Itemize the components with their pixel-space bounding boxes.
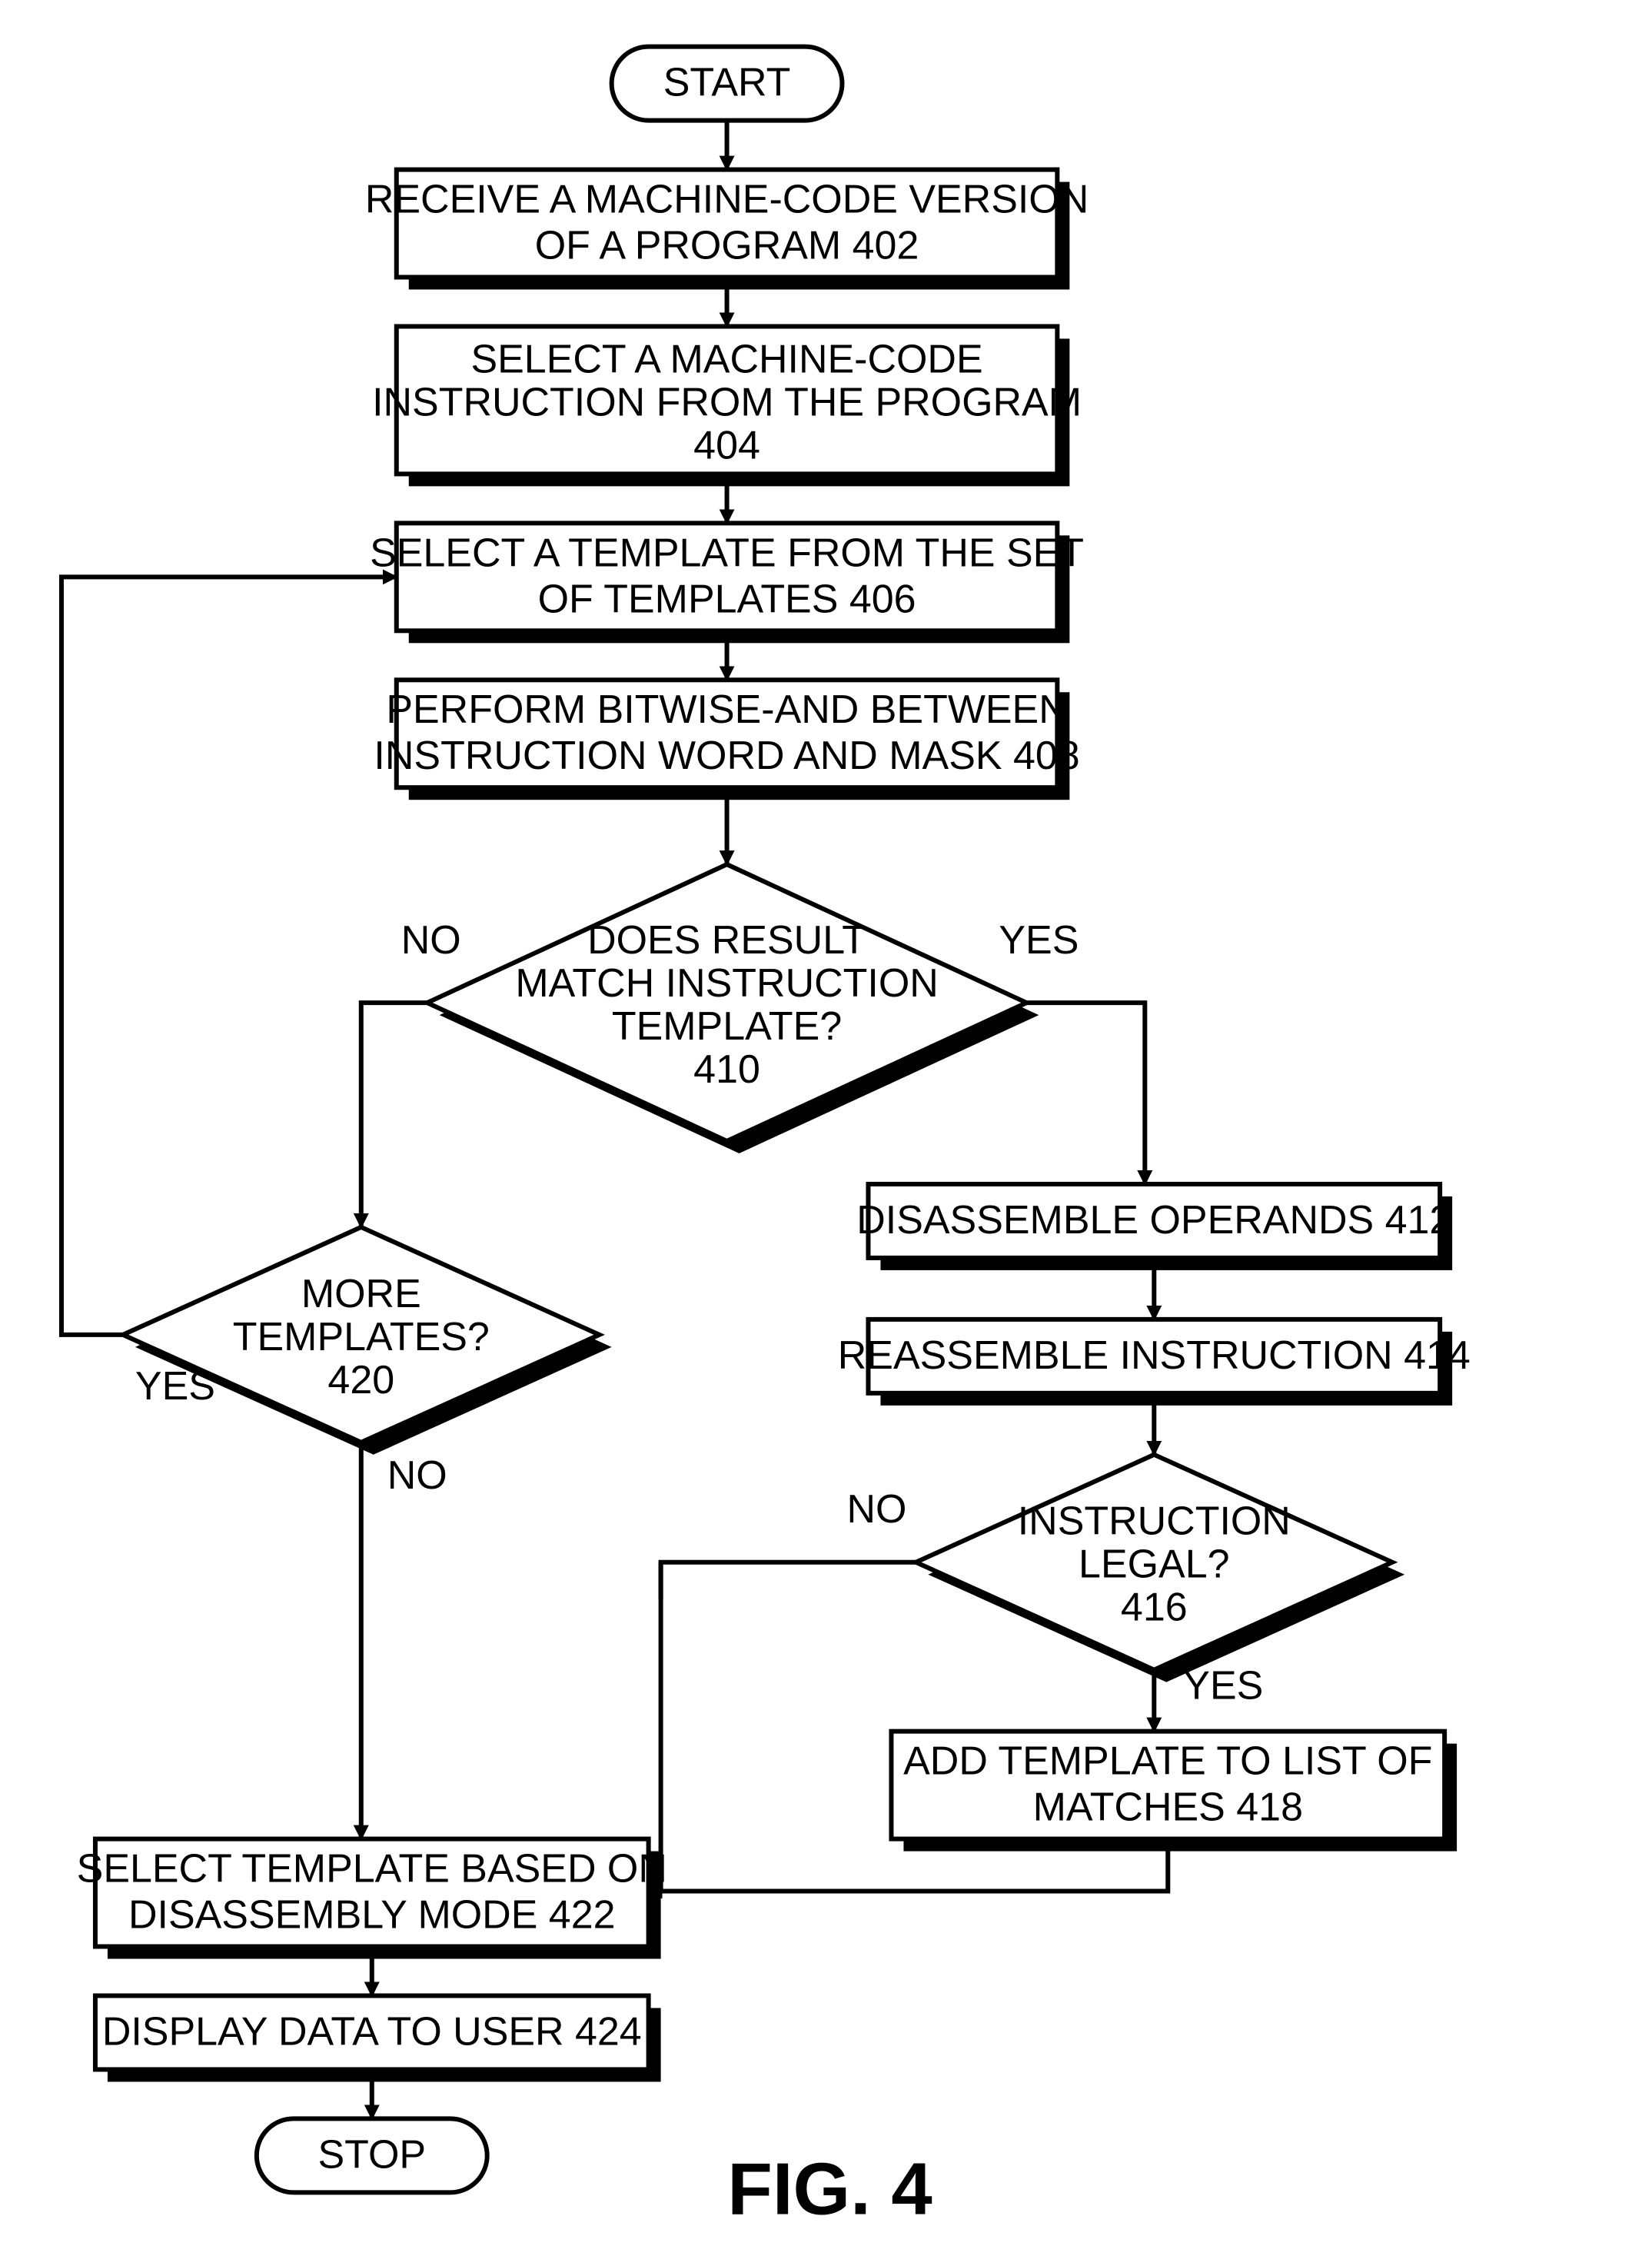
node-406-line2: OF TEMPLATES 406 <box>538 577 916 621</box>
d420-line2: TEMPLATES? <box>233 1315 490 1359</box>
decision-416: INSTRUCTION LEGAL? 416 <box>916 1455 1404 1682</box>
node-406: SELECT A TEMPLATE FROM THE SET OF TEMPLA… <box>370 523 1084 643</box>
node-412: DISASSEMBLE OPERANDS 412 <box>856 1184 1452 1270</box>
flowchart: START RECEIVE A MACHINE-CODE VERSION OF … <box>0 0 1652 2256</box>
d416-line2: LEGAL? <box>1079 1542 1229 1587</box>
start-label: START <box>663 61 791 105</box>
node-404-line1: SELECT A MACHINE-CODE <box>470 337 982 381</box>
node-418-line1: ADD TEMPLATE TO LIST OF <box>903 1739 1432 1784</box>
node-422-line2: DISASSEMBLY MODE 422 <box>128 1893 615 1938</box>
node-414-line1: REASSEMBLE INSTRUCTION 414 <box>838 1333 1471 1378</box>
node-402: RECEIVE A MACHINE-CODE VERSION OF A PROG… <box>365 170 1089 290</box>
node-404-line3: 404 <box>693 423 760 468</box>
d410-line2: MATCH INSTRUCTION <box>515 961 938 1006</box>
node-418: ADD TEMPLATE TO LIST OF MATCHES 418 <box>891 1732 1457 1852</box>
node-418-line2: MATCHES 418 <box>1033 1785 1303 1830</box>
decision-410: DOES RESULT MATCH INSTRUCTION TEMPLATE? … <box>427 864 1039 1153</box>
d416-line1: INSTRUCTION <box>1018 1499 1291 1544</box>
node-408: PERFORM BITWISE-AND BETWEEN INSTRUCTION … <box>374 680 1079 800</box>
edge-420-no: NO <box>387 1453 447 1498</box>
edge-410-no: NO <box>401 918 461 963</box>
d420-line3: 420 <box>327 1358 394 1403</box>
node-404-line2: INSTRUCTION FROM THE PROGRAM <box>372 380 1082 424</box>
node-422-line1: SELECT TEMPLATE BASED ON <box>77 1847 667 1892</box>
node-424-line1: DISPLAY DATA TO USER 424 <box>102 2009 642 2054</box>
d410-line3: TEMPLATE? <box>612 1004 842 1049</box>
stop-label: STOP <box>317 2132 426 2177</box>
node-414: REASSEMBLE INSTRUCTION 414 <box>838 1319 1471 1406</box>
edge-416-yes: YES <box>1183 1664 1263 1709</box>
start-node: START <box>612 47 843 121</box>
d420-line1: MORE <box>301 1272 421 1316</box>
edge-420-yes: YES <box>135 1364 215 1409</box>
node-422: SELECT TEMPLATE BASED ON DISASSEMBLY MOD… <box>77 1839 667 1959</box>
decision-420: MORE TEMPLATES? 420 <box>123 1227 612 1455</box>
d410-line1: DOES RESULT <box>587 918 866 963</box>
node-408-line2: INSTRUCTION WORD AND MASK 408 <box>374 734 1079 778</box>
d416-line3: 416 <box>1121 1586 1188 1630</box>
edge-410-yes: YES <box>999 918 1079 963</box>
node-404: SELECT A MACHINE-CODE INSTRUCTION FROM T… <box>372 326 1082 486</box>
node-412-line1: DISASSEMBLE OPERANDS 412 <box>856 1198 1451 1243</box>
stop-node: STOP <box>257 2118 487 2192</box>
node-424: DISPLAY DATA TO USER 424 <box>95 1995 661 2081</box>
node-408-line1: PERFORM BITWISE-AND BETWEEN <box>386 687 1067 732</box>
node-402-line1: RECEIVE A MACHINE-CODE VERSION <box>365 178 1089 222</box>
node-406-line1: SELECT A TEMPLATE FROM THE SET <box>370 531 1084 575</box>
node-402-line2: OF A PROGRAM 402 <box>535 224 919 268</box>
d410-line4: 410 <box>693 1047 760 1092</box>
figure-label: FIG. 4 <box>727 2148 932 2230</box>
edge-416-no: NO <box>846 1487 906 1532</box>
